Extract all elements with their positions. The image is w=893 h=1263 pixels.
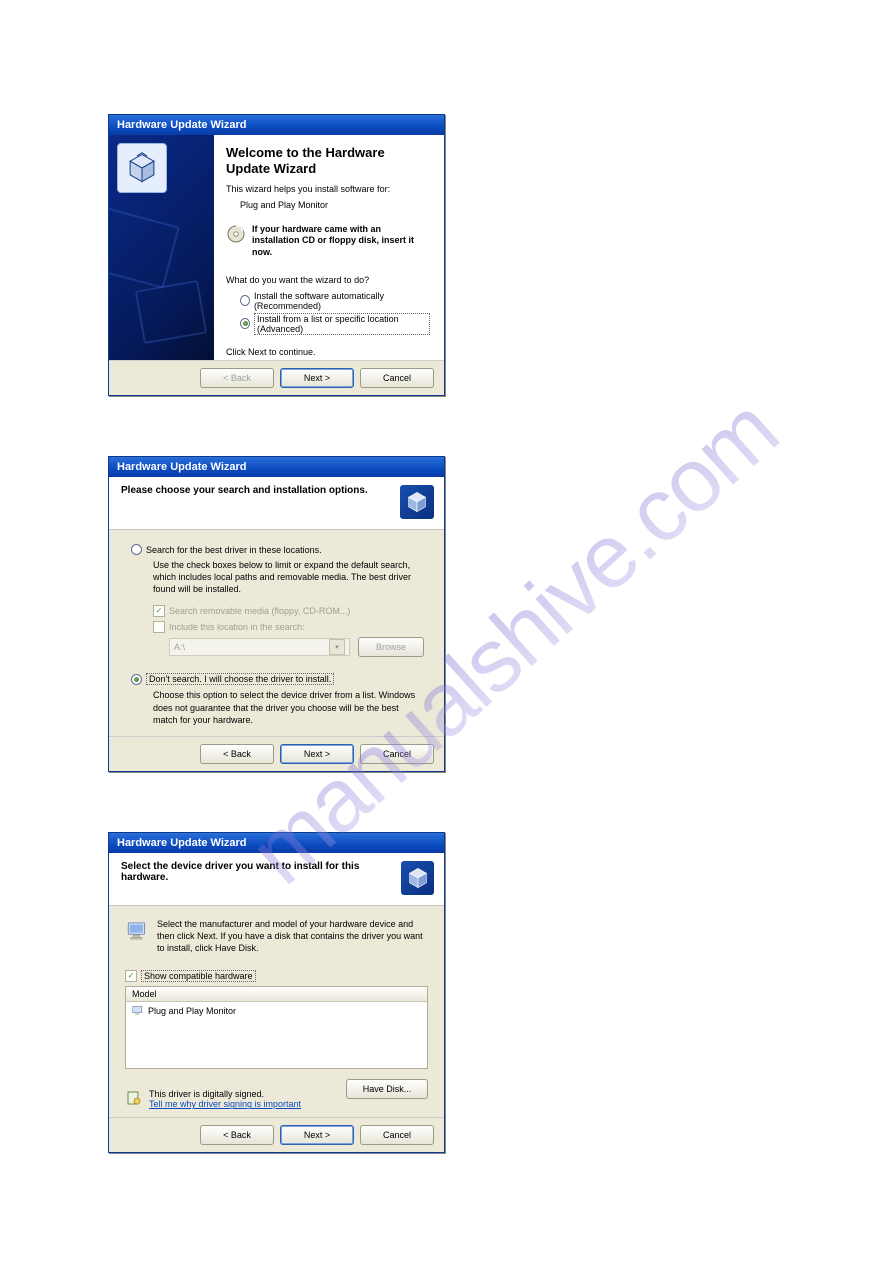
radio-search-best-label: Search for the best driver in these loca… bbox=[146, 545, 322, 555]
back-button[interactable]: < Back bbox=[200, 744, 274, 764]
radio-install-auto-label: Install the software automatically (Reco… bbox=[254, 291, 430, 311]
radio-search-best[interactable]: Search for the best driver in these loca… bbox=[131, 544, 424, 555]
browse-button[interactable]: Browse bbox=[358, 637, 424, 657]
search-best-description: Use the check boxes below to limit or ex… bbox=[131, 559, 424, 595]
back-button[interactable]: < Back bbox=[200, 1125, 274, 1145]
wizard2-titlebar: Hardware Update Wizard bbox=[109, 457, 444, 477]
checkbox-search-removable-label: Search removable media (floppy, CD-ROM..… bbox=[169, 606, 350, 616]
wizard-box-icon bbox=[400, 485, 434, 519]
radio-icon bbox=[131, 544, 142, 555]
model-list-item-label: Plug and Play Monitor bbox=[148, 1006, 236, 1016]
monitor-icon bbox=[125, 918, 151, 944]
radio-install-specific[interactable]: Install from a list or specific location… bbox=[226, 313, 430, 335]
checkbox-icon bbox=[153, 605, 165, 617]
radio-install-specific-label: Install from a list or specific location… bbox=[254, 313, 430, 335]
model-column-header: Model bbox=[126, 987, 427, 1002]
radio-icon bbox=[240, 318, 250, 329]
wizard2-dialog: Hardware Update Wizard Please choose you… bbox=[108, 456, 445, 772]
checkbox-show-compatible[interactable]: Show compatible hardware bbox=[125, 970, 428, 982]
driver-signed-text: This driver is digitally signed. bbox=[149, 1089, 301, 1099]
wizard2-footer: < Back Next > Cancel bbox=[109, 736, 444, 771]
checkbox-search-removable[interactable]: Search removable media (floppy, CD-ROM..… bbox=[131, 605, 424, 617]
chevron-down-icon: ▾ bbox=[329, 639, 345, 655]
driver-signing-link[interactable]: Tell me why driver signing is important bbox=[149, 1099, 301, 1109]
wizard1-continue-hint: Click Next to continue. bbox=[226, 335, 430, 357]
wizard3-titlebar: Hardware Update Wizard bbox=[109, 833, 444, 853]
wizard1-footer: < Back Next > Cancel bbox=[109, 360, 444, 395]
location-combobox[interactable]: A:\ ▾ bbox=[169, 638, 350, 656]
wizard1-intro: This wizard helps you install software f… bbox=[226, 184, 430, 194]
radio-icon bbox=[240, 295, 250, 306]
next-button[interactable]: Next > bbox=[280, 368, 354, 388]
radio-dont-search-label: Don't search. I will choose the driver t… bbox=[146, 673, 334, 685]
wizard2-subheader: Please choose your search and installati… bbox=[121, 485, 368, 496]
checkbox-show-compatible-label: Show compatible hardware bbox=[141, 970, 256, 982]
radio-icon bbox=[131, 674, 142, 685]
signed-cert-icon bbox=[125, 1089, 143, 1107]
checkbox-include-location[interactable]: Include this location in the search: bbox=[131, 621, 424, 633]
dont-search-description: Choose this option to select the device … bbox=[131, 689, 424, 725]
wizard1-title: Hardware Update Wizard bbox=[117, 119, 247, 131]
model-list-item[interactable]: Plug and Play Monitor bbox=[126, 1002, 427, 1020]
cancel-button[interactable]: Cancel bbox=[360, 744, 434, 764]
wizard2-title: Hardware Update Wizard bbox=[117, 461, 247, 473]
wizard3-footer: < Back Next > Cancel bbox=[109, 1117, 444, 1152]
cancel-button[interactable]: Cancel bbox=[360, 368, 434, 388]
location-combobox-value: A:\ bbox=[174, 642, 185, 652]
monitor-icon bbox=[132, 1005, 144, 1017]
wizard3-title: Hardware Update Wizard bbox=[117, 837, 247, 849]
wizard3-subheader: Select the device driver you want to ins… bbox=[121, 861, 401, 883]
wizard1-sidebar-graphic bbox=[109, 135, 214, 360]
wizard-box-icon bbox=[117, 143, 167, 193]
wizard1-titlebar: Hardware Update Wizard bbox=[109, 115, 444, 135]
checkbox-include-location-label: Include this location in the search: bbox=[169, 622, 305, 632]
next-button[interactable]: Next > bbox=[280, 744, 354, 764]
next-button[interactable]: Next > bbox=[280, 1125, 354, 1145]
wizard3-dialog: Hardware Update Wizard Select the device… bbox=[108, 832, 445, 1153]
wizard1-dialog: Hardware Update Wizard Welcome to the Ha… bbox=[108, 114, 445, 396]
cancel-button[interactable]: Cancel bbox=[360, 1125, 434, 1145]
wizard3-info-text: Select the manufacturer and model of you… bbox=[157, 918, 428, 954]
wizard-box-icon bbox=[401, 861, 434, 895]
wizard1-device-name: Plug and Play Monitor bbox=[226, 200, 430, 210]
have-disk-button[interactable]: Have Disk... bbox=[346, 1079, 428, 1099]
checkbox-icon bbox=[125, 970, 137, 982]
checkbox-icon bbox=[153, 621, 165, 633]
radio-install-auto[interactable]: Install the software automatically (Reco… bbox=[226, 291, 430, 311]
model-listbox[interactable]: Model Plug and Play Monitor bbox=[125, 986, 428, 1069]
radio-dont-search[interactable]: Don't search. I will choose the driver t… bbox=[131, 673, 424, 685]
wizard1-headline: Welcome to the Hardware Update Wizard bbox=[226, 145, 430, 178]
wizard1-cd-notice: If your hardware came with an installati… bbox=[252, 224, 430, 259]
back-button[interactable]: < Back bbox=[200, 368, 274, 388]
cd-icon bbox=[226, 224, 246, 244]
wizard1-question: What do you want the wizard to do? bbox=[226, 275, 430, 285]
